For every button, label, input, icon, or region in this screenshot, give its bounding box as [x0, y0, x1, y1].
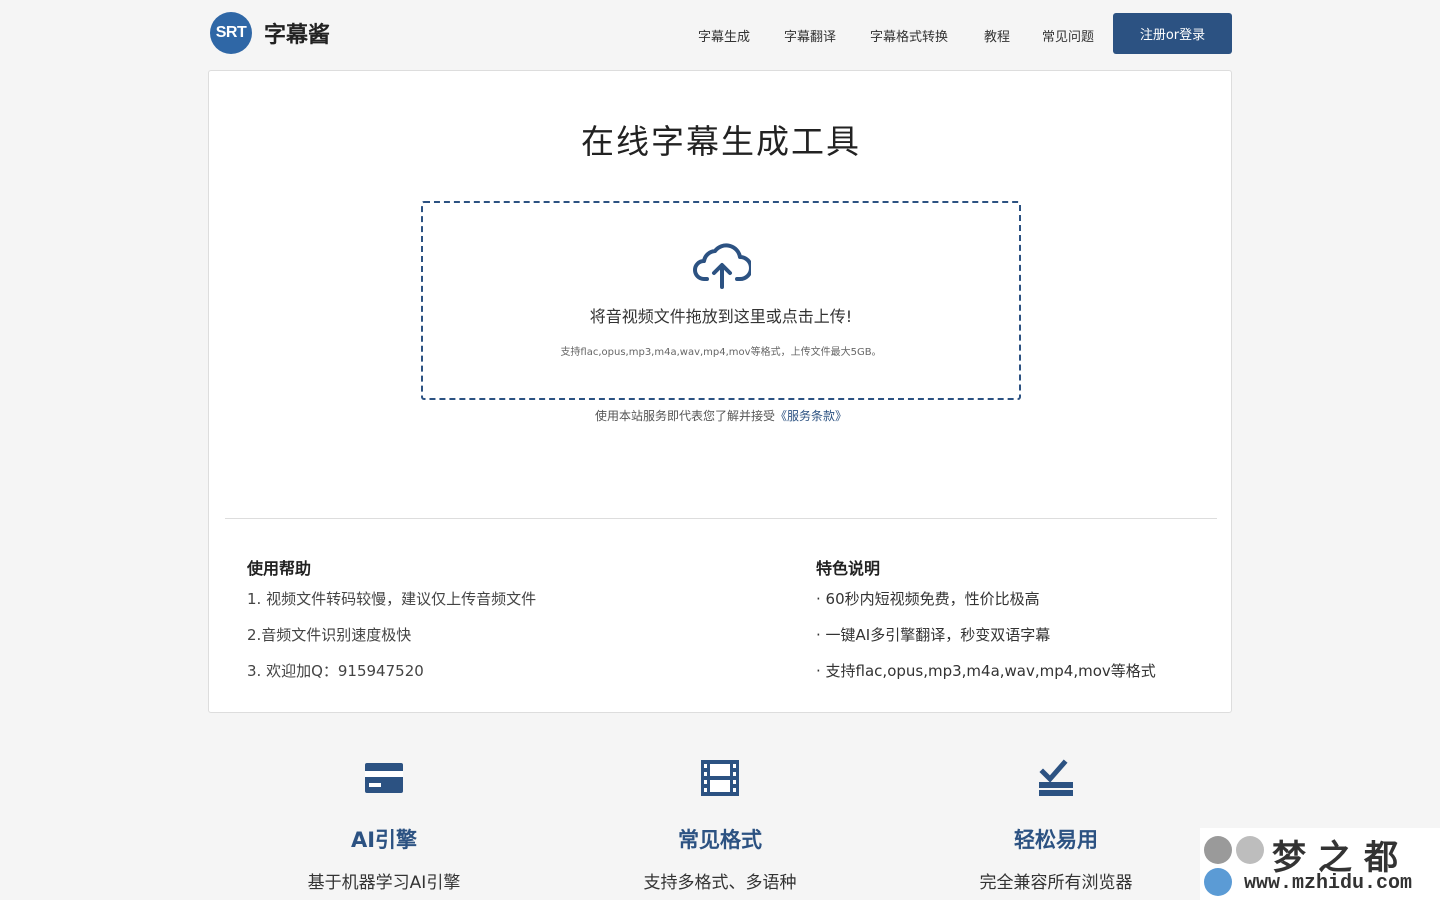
logo-name: 字幕酱 — [264, 23, 331, 48]
feature-ai-engine: AI引擎 基于机器学习AI引擎 — [224, 758, 544, 893]
feature-title: 轻松易用 — [1014, 828, 1098, 852]
feature-info-item: · 60秒内短视频免费，性价比极高 — [816, 590, 1040, 608]
check-tray-icon — [1039, 759, 1073, 796]
terms-notice: 使用本站服务即代表您了解并接受《服务条款》 — [209, 407, 1233, 424]
feature-formats: 常见格式 支持多格式、多语种 — [560, 758, 880, 893]
watermark-face-icon — [1236, 836, 1264, 864]
feature-desc: 基于机器学习AI引擎 — [307, 873, 461, 893]
site-logo[interactable]: SRT 字幕酱 — [210, 12, 330, 54]
watermark-face-icon — [1204, 836, 1232, 864]
feature-title: 常见格式 — [678, 828, 762, 852]
logo-badge: SRT — [210, 12, 252, 54]
features-info-title: 特色说明 — [816, 559, 881, 578]
terms-text: 使用本站服务即代表您了解并接受 — [594, 409, 775, 423]
upload-dropzone[interactable]: 将音视频文件拖放到这里或点击上传! 支持flac,opus,mp3,m4a,wa… — [421, 201, 1021, 400]
nav-item-subtitle-generate[interactable]: 字幕生成 — [698, 26, 750, 45]
features-info-section: 特色说明 · 60秒内短视频免费，性价比极高 · 一键AI多引擎翻译，秒变双语字… — [816, 555, 1156, 683]
help-item: 2.音频文件识别速度极快 — [247, 626, 412, 644]
film-icon — [701, 760, 739, 796]
cloud-upload-icon — [693, 243, 751, 289]
nav-item-tutorial[interactable]: 教程 — [984, 26, 1010, 45]
upload-prompt: 将音视频文件拖放到这里或点击上传! — [589, 307, 853, 326]
login-button[interactable]: 注册or登录 — [1113, 13, 1232, 54]
page-title: 在线字幕生成工具 — [581, 122, 861, 161]
nav-item-faq[interactable]: 常见问题 — [1042, 26, 1094, 45]
help-item: 3. 欢迎加Q：915947520 — [247, 662, 424, 680]
feature-desc: 完全兼容所有浏览器 — [979, 873, 1133, 893]
section-divider — [225, 518, 1217, 519]
terms-link[interactable]: 《服务条款》 — [775, 409, 847, 423]
watermark-url: www.mzhidu.com — [1244, 872, 1413, 895]
help-item: 1. 视频文件转码较慢，建议仅上传音频文件 — [247, 590, 537, 608]
upload-format-hint: 支持flac,opus,mp3,m4a,wav,mp4,mov等格式，上传文件最… — [560, 347, 882, 358]
feature-desc: 支持多格式、多语种 — [643, 873, 797, 893]
help-title: 使用帮助 — [247, 559, 312, 578]
feature-title: AI引擎 — [350, 828, 418, 852]
feature-info-item: · 支持flac,opus,mp3,m4a,wav,mp4,mov等格式 — [816, 662, 1156, 680]
nav-item-subtitle-translate[interactable]: 字幕翻译 — [784, 26, 836, 45]
site-header: SRT 字幕酱 字幕生成 字幕翻译 字幕格式转换 教程 常见问题 注册or登录 — [0, 0, 1440, 66]
credit-card-icon — [365, 763, 403, 793]
main-card: 在线字幕生成工具 将音视频文件拖放到这里或点击上传! 支持flac,opus,m… — [208, 70, 1232, 713]
watermark-face-icon — [1204, 868, 1232, 896]
feature-info-item: · 一键AI多引擎翻译，秒变双语字幕 — [816, 626, 1051, 644]
nav-item-format-convert[interactable]: 字幕格式转换 — [870, 26, 948, 45]
feature-easy-use: 轻松易用 完全兼容所有浏览器 — [896, 758, 1216, 893]
watermark: 梦之都 www.mzhidu.com — [1200, 828, 1440, 900]
help-section: 使用帮助 1. 视频文件转码较慢，建议仅上传音频文件 2.音频文件识别速度极快 … — [247, 555, 536, 683]
